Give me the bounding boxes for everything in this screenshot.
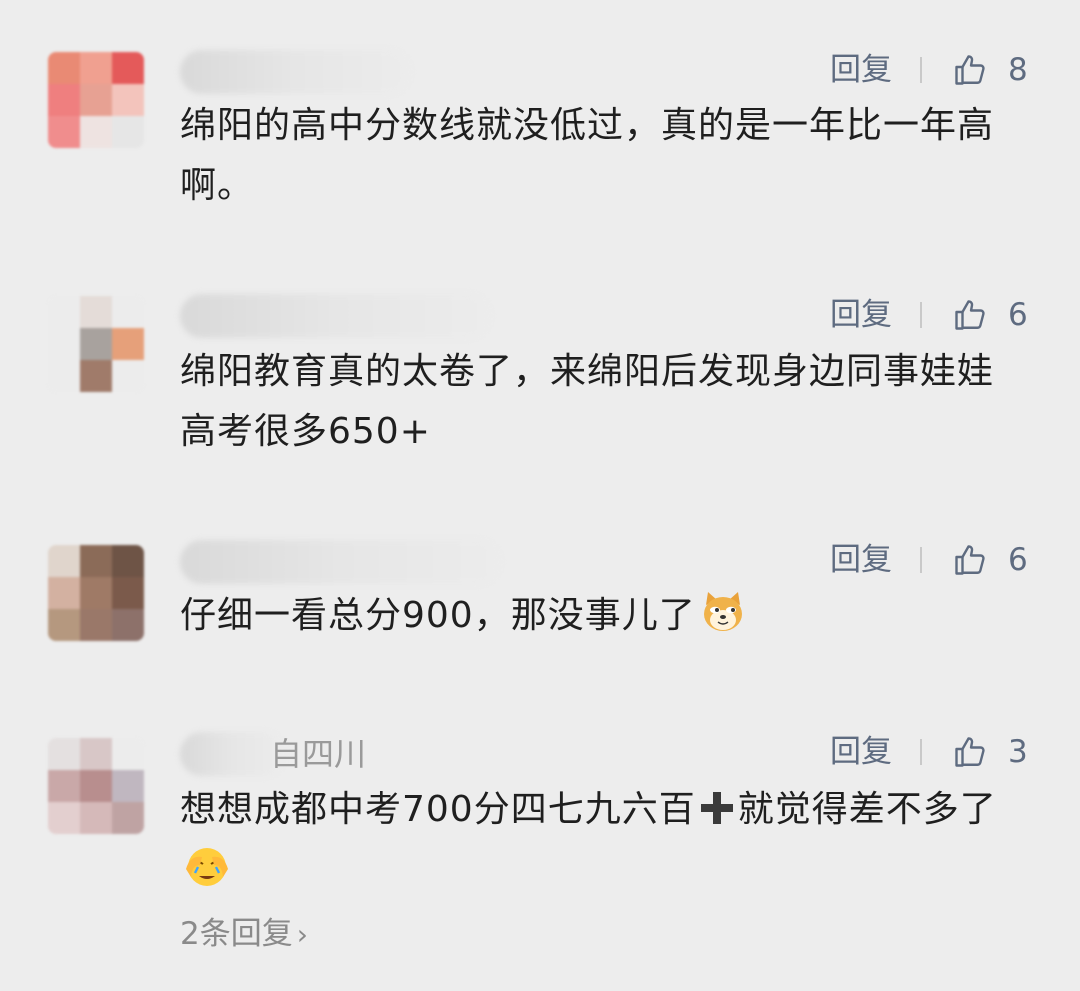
avatar[interactable] [48, 738, 144, 834]
avatar-mosaic-cell [112, 738, 144, 770]
avatar-mosaic-cell [48, 545, 80, 577]
comment-text: 绵阳的高中分数线就没低过，真的是一年比一年高啊。 [180, 105, 995, 206]
username-blurred[interactable] [180, 540, 500, 584]
reply-button[interactable]: 回复 [830, 50, 892, 90]
thumbs-up-icon [955, 737, 985, 767]
username-location[interactable]: 自四川 [270, 732, 366, 776]
avatar-mosaic-cell [112, 360, 144, 392]
avatar-mosaic-cell [80, 738, 112, 770]
more-replies-link[interactable]: 2条回复 › [180, 912, 308, 957]
heavy-plus-icon [700, 792, 733, 824]
avatar-mosaic-cell [112, 770, 144, 802]
reply-button[interactable]: 回复 [830, 732, 892, 772]
avatar-mosaic-cell [80, 52, 112, 84]
username-blurred[interactable] [180, 50, 410, 94]
avatar-mosaic-cell [112, 802, 144, 834]
avatar-mosaic-cell [48, 52, 80, 84]
avatar-mosaic-cell [112, 545, 144, 577]
avatar[interactable] [48, 545, 144, 641]
like-count: 6 [1008, 297, 1028, 333]
avatar-mosaic-cell [80, 328, 112, 360]
avatar-mosaic-cell [48, 84, 80, 116]
avatar-mosaic-cell [48, 770, 80, 802]
avatar-mosaic-cell [80, 770, 112, 802]
avatar-mosaic-cell [80, 609, 112, 641]
avatar-mosaic-cell [112, 84, 144, 116]
thumbs-up-icon [955, 545, 985, 575]
avatar-mosaic-cell [80, 116, 112, 148]
avatar-mosaic-cell [112, 609, 144, 641]
thumbs-up-icon [955, 55, 985, 85]
divider [920, 57, 922, 83]
avatar-mosaic-cell [80, 802, 112, 834]
avatar-mosaic-cell [112, 52, 144, 84]
like-button[interactable]: 3 [952, 732, 1028, 772]
avatar-mosaic-cell [112, 296, 144, 328]
like-count: 8 [1008, 52, 1028, 88]
comment-text-body: 仔细一看总分900，那没事儿了 [180, 595, 696, 636]
thumbs-up-icon [955, 300, 985, 330]
comment-text: 想想成都中考700分四七九六百 就觉得差不多了 [180, 780, 1020, 900]
reply-button[interactable]: 回复 [830, 540, 892, 580]
comment-text: 仔细一看总分900，那没事儿了 [180, 586, 1020, 646]
like-button[interactable]: 6 [952, 540, 1028, 580]
avatar-mosaic-cell [112, 116, 144, 148]
chevron-right-icon: › [296, 918, 308, 951]
avatar-mosaic-cell [112, 328, 144, 360]
avatar-mosaic-cell [48, 802, 80, 834]
avatar-mosaic-cell [80, 545, 112, 577]
avatar-mosaic-cell [48, 609, 80, 641]
like-button[interactable]: 6 [952, 295, 1028, 335]
divider [920, 739, 922, 765]
facepalm-emoji-icon [186, 848, 228, 886]
like-count: 3 [1008, 734, 1028, 770]
reply-button[interactable]: 回复 [830, 295, 892, 335]
more-replies-label: 2条回复 [180, 916, 293, 952]
avatar-mosaic-cell [48, 116, 80, 148]
avatar-mosaic-cell [80, 84, 112, 116]
comment-text-part2: 就觉得差不多了 [737, 789, 997, 830]
avatar-mosaic-cell [48, 738, 80, 770]
comment-text: 绵阳教育真的太卷了，来绵阳后发现身边同事娃娃高考很多650+ [180, 351, 995, 452]
username-blurred[interactable] [180, 294, 490, 338]
doge-emoji-icon [703, 592, 742, 631]
like-count: 6 [1008, 542, 1028, 578]
avatar-mosaic-cell [80, 577, 112, 609]
divider [920, 547, 922, 573]
comment-text-part1: 想想成都中考700分四七九六百 [180, 789, 696, 830]
avatar-mosaic-cell [48, 577, 80, 609]
divider [920, 302, 922, 328]
avatar-mosaic-cell [80, 360, 112, 392]
avatar-mosaic-cell [48, 296, 80, 328]
avatar-mosaic-cell [48, 360, 80, 392]
like-button[interactable]: 8 [952, 50, 1028, 90]
avatar-mosaic-cell [112, 577, 144, 609]
avatar-mosaic-cell [80, 296, 112, 328]
avatar-mosaic-cell [48, 328, 80, 360]
avatar[interactable] [48, 296, 144, 392]
avatar[interactable] [48, 52, 144, 148]
